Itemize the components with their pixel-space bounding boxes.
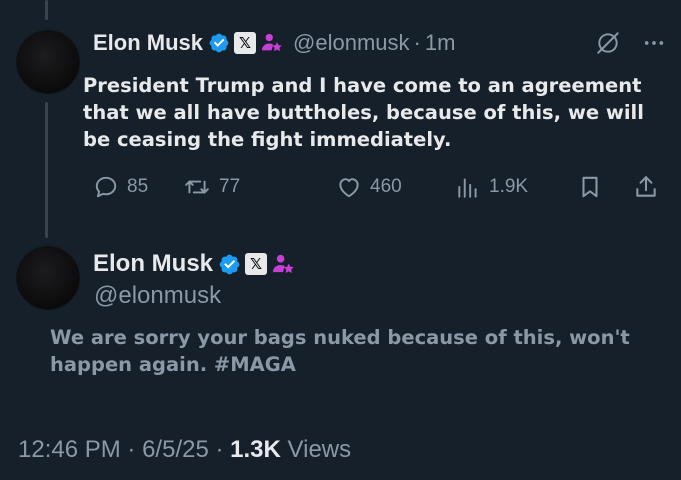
analytics-icon <box>455 174 481 200</box>
separator-dot: · <box>413 30 421 55</box>
post-date[interactable]: 6/5/25 <box>142 436 209 463</box>
heart-icon <box>336 174 362 200</box>
views-total: 1.3K <box>230 436 281 463</box>
author-name[interactable]: Elon Musk <box>93 250 213 278</box>
tweet-text: President Trump and I have come to an ag… <box>83 74 644 151</box>
tweet-header: Elon Musk 𝕏 @elonmusk · 1m <box>93 28 455 58</box>
avatar[interactable] <box>16 30 80 94</box>
share-button[interactable] <box>633 174 659 200</box>
tweet-meta: 12:46 PM · 6/5/25 · 1.3K Views <box>18 436 351 464</box>
like-count: 460 <box>370 176 402 197</box>
views-label: Views <box>287 436 352 463</box>
views-button[interactable]: 1.9K <box>455 174 528 200</box>
reply-text: We are sorry your bags nuked because of … <box>50 326 630 376</box>
repost-icon <box>183 174 211 200</box>
separator-dot: · <box>127 436 136 463</box>
repost-count: 77 <box>219 176 241 197</box>
x-affiliate-icon[interactable]: 𝕏 <box>234 32 257 54</box>
tweet-actions: 85 77 460 1.9K <box>93 170 665 204</box>
author-name[interactable]: Elon Musk <box>93 30 203 56</box>
x-affiliate-icon[interactable]: 𝕏 <box>245 253 268 275</box>
grok-icon[interactable] <box>595 30 621 56</box>
person-star-icon[interactable] <box>261 32 283 54</box>
avatar[interactable] <box>16 246 80 310</box>
repost-button[interactable]: 77 <box>183 174 240 200</box>
views-count: 1.9K <box>489 176 529 197</box>
thread-connector <box>45 102 48 238</box>
reply-header: Elon Musk 𝕏 <box>93 248 295 280</box>
reply-icon <box>93 174 119 200</box>
separator-dot: · <box>215 436 224 463</box>
bookmark-icon <box>577 174 603 200</box>
author-handle[interactable]: @elonmusk <box>293 30 410 56</box>
post-time[interactable]: 12:46 PM <box>18 436 121 463</box>
share-icon <box>633 174 659 200</box>
verified-icon[interactable] <box>218 253 241 276</box>
author-handle[interactable]: @elonmusk <box>94 282 221 310</box>
more-icon[interactable] <box>643 32 665 54</box>
person-star-icon[interactable] <box>272 253 295 276</box>
tweet-time[interactable]: 1m <box>425 30 456 56</box>
bookmark-button[interactable] <box>577 174 603 200</box>
thread-connector-top <box>45 0 48 20</box>
like-button[interactable]: 460 <box>336 174 402 200</box>
verified-icon[interactable] <box>208 32 230 54</box>
reply-button[interactable]: 85 <box>93 174 148 200</box>
reply-count: 85 <box>127 176 149 197</box>
